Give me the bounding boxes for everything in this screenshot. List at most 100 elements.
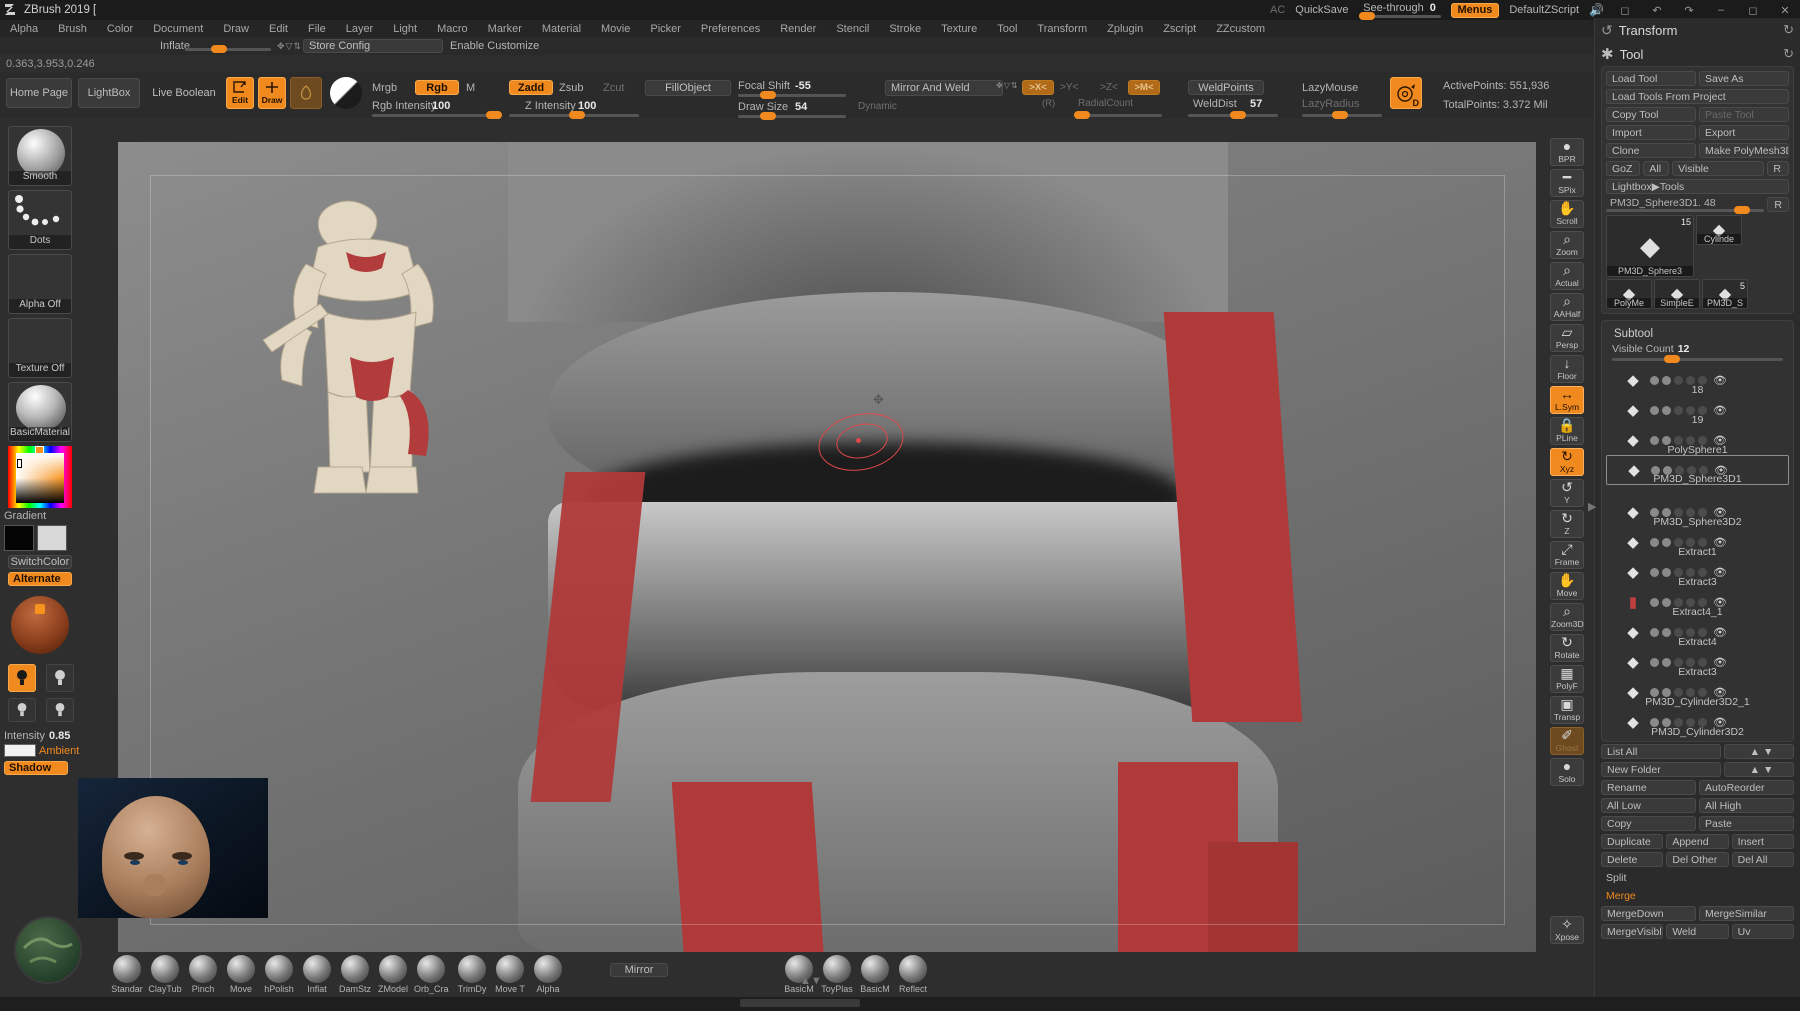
shelf-item-zmodel[interactable]: ZModel (376, 955, 410, 994)
menu-item-preferences[interactable]: Preferences (692, 21, 769, 37)
alpha-swatch[interactable]: Alpha Off (8, 254, 72, 314)
shelf-button-rotate[interactable]: ↻Rotate (1550, 634, 1584, 662)
shelf-button-aahalf[interactable]: ⌕AAHalf (1550, 293, 1584, 321)
subtool-merge-visible[interactable]: MergeVisible (1601, 924, 1663, 939)
reset-circle-icon[interactable]: ↻ (1783, 22, 1794, 38)
speaker-icon[interactable]: 🔊 (1589, 3, 1604, 17)
shelf-button-scroll[interactable]: ✋Scroll (1550, 200, 1584, 228)
enable-customize-label[interactable]: Enable Customize (450, 40, 539, 52)
menu-item-picker[interactable]: Picker (641, 21, 690, 37)
shelf-item-trimdy[interactable]: TrimDy (455, 955, 489, 994)
lazy-mouse-label[interactable]: LazyMouse (1302, 82, 1358, 94)
mrgb-label[interactable]: Mrgb (372, 82, 397, 94)
texture-swatch[interactable]: Texture Off (8, 318, 72, 378)
mirror-x-button[interactable]: >X< (1022, 80, 1054, 95)
subtool-rename[interactable]: Rename (1601, 780, 1696, 795)
shelf-button-move[interactable]: ✋Move (1550, 572, 1584, 600)
subtool-all-high[interactable]: All High (1699, 798, 1794, 813)
radial-count-slider[interactable] (1074, 114, 1162, 117)
tool-btn-all[interactable]: All (1643, 161, 1669, 176)
visible-count-slider[interactable] (1612, 358, 1783, 361)
menu-item-draw[interactable]: Draw (214, 21, 258, 37)
minimize-button[interactable]: – (1710, 2, 1732, 18)
subtool-paste[interactable]: Paste (1699, 816, 1794, 831)
subtool-weld[interactable]: Weld (1666, 924, 1728, 939)
sculpt-canvas[interactable]: ✥ (118, 142, 1536, 952)
material-swatch[interactable]: BasicMaterial (8, 382, 72, 442)
subtool-delete[interactable]: Delete (1601, 852, 1663, 867)
subtool-arrows-2[interactable]: ▲ ▼ (1724, 762, 1794, 777)
menu-item-material[interactable]: Material (533, 21, 590, 37)
redo-button[interactable]: ↷ (1678, 2, 1700, 18)
mirror-button[interactable]: Mirror (610, 963, 668, 977)
home-page-button[interactable]: Home Page (6, 78, 72, 108)
mirror-and-weld-button[interactable]: Mirror And Weld (885, 80, 1003, 96)
shelf-button-solo[interactable]: ●Solo (1550, 758, 1584, 786)
menu-item-brush[interactable]: Brush (49, 21, 96, 37)
shelf-item-orb-cra[interactable]: Orb_Cra (414, 955, 448, 994)
restore-window-button[interactable]: ◻ (1614, 2, 1636, 18)
reset-circle-icon-2[interactable]: ↻ (1783, 46, 1794, 62)
move-mode-button[interactable] (290, 77, 322, 109)
tool-thumb-4[interactable]: ◆5PM3D_S (1702, 279, 1748, 309)
lightbox-button[interactable]: LightBox (78, 78, 140, 108)
subtool-list-all[interactable]: List All (1601, 744, 1721, 759)
move-down-icon[interactable]: ▼ (1763, 746, 1773, 758)
shelf-button-y[interactable]: ↺Y (1550, 479, 1584, 507)
ambient-label[interactable]: Ambient (39, 745, 79, 757)
switch-color-button[interactable]: SwitchColor (8, 555, 72, 569)
quicksave-button[interactable]: QuickSave (1295, 4, 1348, 16)
default-zscript-label[interactable]: DefaultZScript (1509, 4, 1579, 16)
subtool-merge[interactable]: Merge (1601, 888, 1794, 903)
subtool-row[interactable]: ▮👁Extract4_1 (1606, 587, 1789, 617)
subtool-row[interactable]: ◆👁PM3D_Sphere3D2 (1606, 497, 1789, 527)
alternate-button[interactable]: Alternate (8, 572, 72, 586)
shelf-item-claytub[interactable]: ClayTub (148, 955, 182, 994)
menus-toggle-button[interactable]: Menus (1451, 3, 1500, 18)
transform-palette-header[interactable]: ↺ Transform ↻ (1595, 18, 1800, 42)
lightbulb-off-icon-3[interactable] (46, 698, 74, 722)
move-up-icon[interactable]: ▲ (1750, 764, 1760, 776)
subtool-all-low[interactable]: All Low (1601, 798, 1696, 813)
subtool-copy[interactable]: Copy (1601, 816, 1696, 831)
subtool-list[interactable]: ◆👁18◆👁19◆👁PolySphere1◆👁PM3D_Sphere3D1◆👁P… (1606, 365, 1789, 737)
tool-thumb-3[interactable]: ◆SimpleE (1654, 279, 1700, 309)
m-label[interactable]: M (466, 82, 475, 94)
shelf-button-z[interactable]: ↻Z (1550, 510, 1584, 538)
shelf-item-inflat[interactable]: Inflat (300, 955, 334, 994)
shelf-button-pline[interactable]: 🔒PLine (1550, 417, 1584, 445)
brush-swatch[interactable]: Smooth (8, 126, 72, 186)
tool-btn-load-tool[interactable]: Load Tool (1606, 71, 1696, 86)
secondary-color-swatch[interactable] (37, 525, 67, 551)
tool-btn-lightbox-tools[interactable]: Lightbox▶Tools (1606, 179, 1789, 194)
shelf-button-zoom[interactable]: ⌕Zoom (1550, 231, 1584, 259)
move-down-icon[interactable]: ▼ (1763, 764, 1773, 776)
subtool-row[interactable]: ◆👁18 (1606, 365, 1789, 395)
shelf-item-standar[interactable]: Standar (110, 955, 144, 994)
tool-btn-import[interactable]: Import (1606, 125, 1696, 140)
subtool-duplicate[interactable]: Duplicate (1601, 834, 1663, 849)
weld-dist-slider[interactable] (1188, 114, 1278, 117)
tool-btn-load-tools-from-project[interactable]: Load Tools From Project (1606, 89, 1789, 104)
subtool-row[interactable]: ◆👁19 (1606, 395, 1789, 425)
subtool-merge-similar[interactable]: MergeSimilar (1699, 906, 1794, 921)
focal-shift-slider[interactable] (738, 94, 846, 97)
subtool-row[interactable]: ◆👁Extract3 (1606, 647, 1789, 677)
menu-item-zscript[interactable]: Zscript (1154, 21, 1205, 37)
gradient-label[interactable]: Gradient (0, 510, 80, 522)
shelf-button-actual[interactable]: ⌕Actual (1550, 262, 1584, 290)
subtool-arrows[interactable]: ▲ ▼ (1724, 744, 1794, 759)
store-config-button[interactable]: Store Config (303, 39, 443, 53)
lightbulb-on-icon[interactable] (8, 664, 36, 692)
menu-item-stroke[interactable]: Stroke (880, 21, 930, 37)
close-button[interactable]: ✕ (1774, 2, 1796, 18)
shelf-item-damstz[interactable]: DamStz (338, 955, 372, 994)
rgb-intensity-slider[interactable] (372, 114, 502, 117)
see-through-slider[interactable]: See-through 0 (1359, 2, 1441, 18)
lazy-radius-slider[interactable] (1302, 114, 1382, 117)
shelf-collapse-arrow-icon[interactable]: ▲▼ (800, 975, 822, 987)
shelf-item-move[interactable]: Move (224, 955, 258, 994)
tool-thumb-2[interactable]: ◆PolyMe (1606, 279, 1652, 309)
tool-btn-copy-tool[interactable]: Copy Tool (1606, 107, 1696, 122)
menu-item-transform[interactable]: Transform (1028, 21, 1096, 37)
